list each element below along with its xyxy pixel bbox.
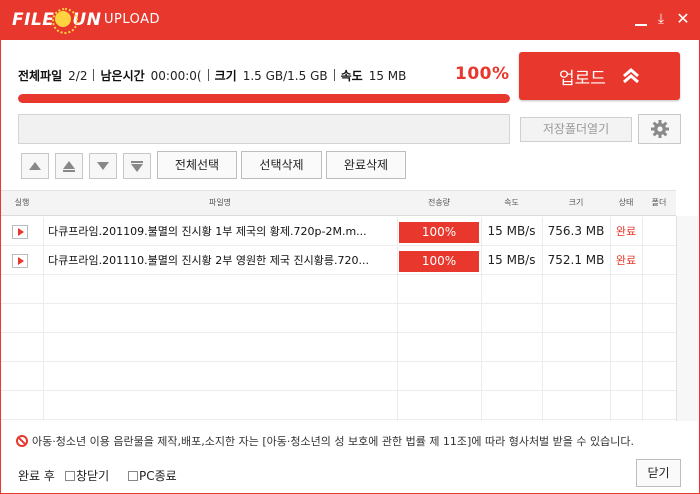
size-value: 1.5 GB/1.5 GB xyxy=(242,69,328,83)
after-complete-label: 완료 후 xyxy=(18,469,55,483)
close-window-checkbox-label: 창닫기 xyxy=(76,469,110,483)
total-progress-fill xyxy=(18,94,510,103)
triangle-up-top-icon xyxy=(63,160,75,172)
play-icon[interactable] xyxy=(12,254,28,268)
delete-selected-button[interactable]: 선택삭제 xyxy=(241,151,322,179)
total-progress-bar xyxy=(18,94,510,103)
select-all-button[interactable]: 전체선택 xyxy=(157,151,237,179)
column-header-status[interactable]: 상태 xyxy=(610,191,642,215)
file-name: 다큐프라임.201109.불멸의 진시황 1부 제국의 황제.720p-2M.m… xyxy=(48,225,367,238)
pc-shutdown-checkbox-label: PC종료 xyxy=(139,469,177,483)
column-header-filename[interactable]: 파일명 xyxy=(43,191,397,215)
checkbox-box[interactable] xyxy=(128,471,138,481)
total-percent: 100% xyxy=(455,64,510,84)
table-row[interactable]: 다큐프라임.201110.불멸의 진시황 2부 영원한 제국 진시황릉.720.… xyxy=(1,246,676,275)
triangle-up-icon xyxy=(29,162,41,170)
table-row[interactable]: 다큐프라임.201109.불멸의 진시황 1부 제국의 황제.720p-2M.m… xyxy=(1,217,676,246)
divider xyxy=(207,69,209,81)
save-path-field[interactable] xyxy=(18,114,510,144)
table-row-empty xyxy=(1,275,676,304)
size-label: 크기 xyxy=(214,69,237,83)
minimize-button[interactable] xyxy=(632,10,650,28)
triangle-down-icon xyxy=(97,162,109,170)
double-chevron-up-icon xyxy=(622,68,639,84)
move-down-button[interactable] xyxy=(89,153,117,179)
file-name: 다큐프라임.201110.불멸의 진시황 2부 영원한 제국 진시황릉.720.… xyxy=(48,254,369,267)
title-bar: FILE UN UPLOAD ⤓ ✕ xyxy=(0,0,700,40)
transfer-summary: 전체파일 2/2 남은시간 00:00:0( 크기 1.5 GB/1.5 GB 속도 15 M… xyxy=(18,67,406,85)
window-subtitle: UPLOAD xyxy=(104,12,161,27)
file-progress-bar: 100% xyxy=(399,251,479,272)
file-table-header: 실행 파일명 전송량 속도 크기 상태 폴더 xyxy=(1,190,676,216)
column-header-size[interactable]: 크기 xyxy=(542,191,610,215)
table-row-empty xyxy=(1,333,676,362)
close-window-checkbox[interactable]: 창닫기 xyxy=(65,467,109,484)
close-button[interactable]: 닫기 xyxy=(636,459,681,487)
legal-warning-text: 아동·청소년 이용 음란물을 제작,배포,소지한 자는 [아동·청소년의 성 보… xyxy=(32,435,635,448)
total-files-value: 2/2 xyxy=(68,69,88,83)
remaining-time-label: 남은시간 xyxy=(100,69,145,83)
open-save-folder-button[interactable]: 저장폴더열기 xyxy=(520,117,632,142)
remaining-time-value: 00:00:0( xyxy=(150,69,202,83)
file-status: 완료 xyxy=(615,254,637,267)
table-row-empty xyxy=(1,304,676,333)
gear-icon xyxy=(650,120,669,138)
sun-icon xyxy=(52,8,79,34)
table-row-empty xyxy=(1,362,676,391)
file-size: 756.3 MB xyxy=(547,224,605,238)
delete-completed-button[interactable]: 완료삭제 xyxy=(326,151,406,179)
divider xyxy=(93,69,95,81)
file-speed: 15 MB/s xyxy=(487,224,536,238)
table-row-empty xyxy=(1,391,676,420)
settings-button[interactable] xyxy=(638,114,681,144)
file-status: 완료 xyxy=(615,225,637,238)
move-up-button[interactable] xyxy=(21,153,49,179)
divider xyxy=(333,69,335,81)
upload-button-label: 업로드 xyxy=(559,68,606,89)
download-tray-button[interactable]: ⤓ xyxy=(652,10,670,28)
upload-button[interactable]: 업로드 xyxy=(519,52,680,100)
prohibited-icon xyxy=(16,435,28,447)
move-bottom-button[interactable] xyxy=(123,153,151,179)
pc-shutdown-checkbox[interactable]: PC종료 xyxy=(128,467,177,484)
checkbox-box[interactable] xyxy=(65,471,75,481)
total-files-label: 전체파일 xyxy=(18,69,63,83)
filesun-logo: FILE UN xyxy=(12,8,102,34)
file-progress-bar: 100% xyxy=(399,222,479,243)
column-header-transfer[interactable]: 전송량 xyxy=(397,191,481,215)
speed-value: 15 MB xyxy=(368,69,407,83)
move-top-button[interactable] xyxy=(55,153,83,179)
close-window-button[interactable]: ✕ xyxy=(674,10,692,28)
column-header-folder[interactable]: 폴더 xyxy=(642,191,676,215)
play-icon[interactable] xyxy=(12,225,28,239)
speed-label: 속도 xyxy=(340,69,363,83)
column-header-run[interactable]: 실행 xyxy=(1,191,43,215)
legal-warning: 아동·청소년 이용 음란물을 제작,배포,소지한 자는 [아동·청소년의 성 보… xyxy=(16,433,634,449)
file-list-scrollbar[interactable] xyxy=(676,216,698,421)
file-list: 다큐프라임.201109.불멸의 진시황 1부 제국의 황제.720p-2M.m… xyxy=(1,217,676,421)
file-size: 752.1 MB xyxy=(547,253,605,267)
column-header-speed[interactable]: 속도 xyxy=(481,191,542,215)
triangle-down-bottom-icon xyxy=(131,160,143,172)
file-speed: 15 MB/s xyxy=(487,253,536,267)
